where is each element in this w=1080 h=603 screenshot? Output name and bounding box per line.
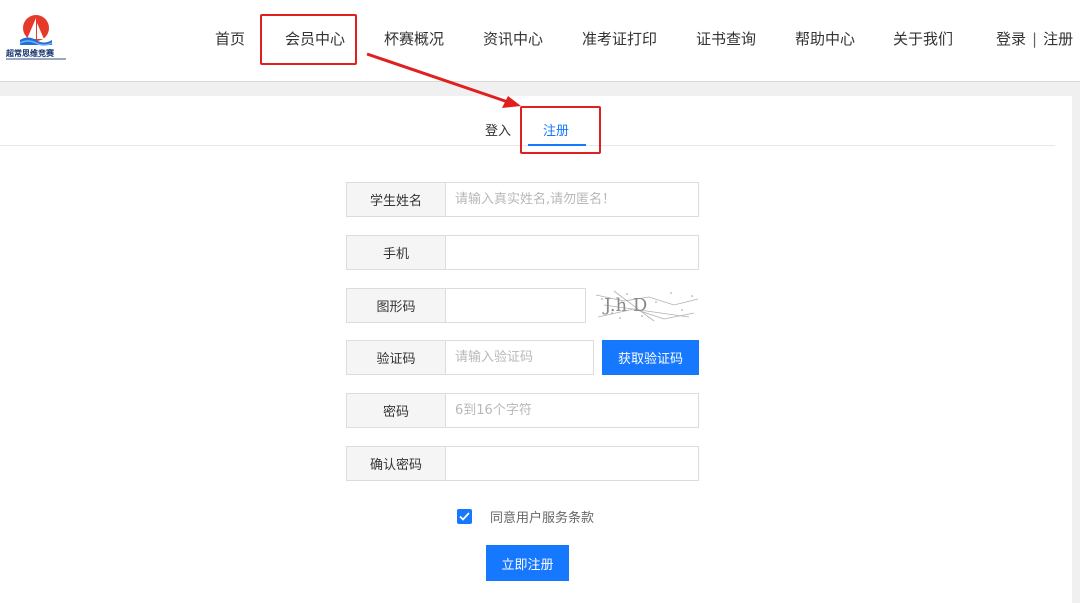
- password-input[interactable]: [445, 393, 699, 428]
- nav-admission-ticket[interactable]: 准考证打印: [582, 28, 657, 49]
- nav-about-us[interactable]: 关于我们: [893, 28, 953, 49]
- confirm-password-input[interactable]: [445, 446, 699, 481]
- password-label: 密码: [346, 393, 446, 428]
- auth-separator: |: [1032, 30, 1038, 48]
- check-icon: [459, 511, 470, 521]
- auth-links: 登录 | 注册: [996, 28, 1073, 49]
- phone-input[interactable]: [445, 235, 699, 270]
- site-logo[interactable]: 超常思维竞赛: [6, 12, 66, 62]
- agree-checkbox[interactable]: [457, 508, 472, 524]
- tab-register[interactable]: 注册: [543, 120, 569, 139]
- nav-contest-overview[interactable]: 杯赛概况: [384, 28, 444, 49]
- tab-active-indicator: [528, 144, 586, 146]
- sms-code-input[interactable]: [445, 340, 594, 375]
- captcha-input[interactable]: [445, 288, 586, 323]
- captcha-text: J.h D: [602, 295, 647, 316]
- site-header: 超常思维竞赛 首页 会员中心 杯赛概况 资讯中心 准考证打印 证书查询 帮助中心…: [0, 0, 1080, 82]
- tab-login[interactable]: 登入: [485, 120, 511, 139]
- nav-home[interactable]: 首页: [215, 28, 245, 49]
- captcha-image[interactable]: J.h D: [594, 287, 700, 323]
- agree-text[interactable]: 同意用户服务条款: [490, 507, 594, 526]
- captcha-label: 图形码: [346, 288, 446, 323]
- nav-help-center[interactable]: 帮助中心: [795, 28, 855, 49]
- get-code-button[interactable]: 获取验证码: [602, 340, 699, 375]
- agreement: 同意用户服务条款: [457, 507, 594, 526]
- nav-certificate-query[interactable]: 证书查询: [696, 28, 756, 49]
- phone-label: 手机: [346, 235, 446, 270]
- student-name-label: 学生姓名: [346, 182, 446, 217]
- nav-member-center[interactable]: 会员中心: [285, 28, 345, 49]
- nav-news[interactable]: 资讯中心: [483, 28, 543, 49]
- confirm-password-label: 确认密码: [346, 446, 446, 481]
- register-submit-button[interactable]: 立即注册: [486, 545, 569, 581]
- student-name-input[interactable]: [445, 182, 699, 217]
- logo-icon: [19, 15, 53, 46]
- register-link[interactable]: 注册: [1043, 30, 1073, 48]
- sms-code-label: 验证码: [346, 340, 446, 375]
- logo-subtitle-line: [6, 58, 66, 60]
- login-link[interactable]: 登录: [996, 30, 1026, 48]
